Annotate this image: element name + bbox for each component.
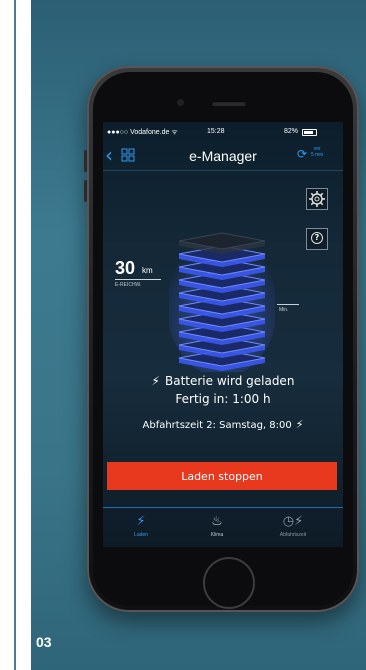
battery-icon xyxy=(302,129,317,136)
battery-percent: 82% xyxy=(284,128,299,135)
battery-level-graphic xyxy=(169,232,275,372)
page-frame: 03 ●●●○○ Vodafone.de ᯤ 15:28 82% ‹ e-Man… xyxy=(0,0,366,670)
settings-button[interactable] xyxy=(306,188,328,210)
plug-icon: ⚡ xyxy=(136,514,146,529)
range-value: 30 xyxy=(115,258,136,278)
seat-icon: ♨ xyxy=(211,514,223,529)
carrier-label: ●●●○○ Vodafone.de ᯤ xyxy=(107,129,178,136)
departure-time-text: Abfahrtszeit 2: Samstag, 8:00 xyxy=(142,420,292,431)
departure-time: Abfahrtszeit 2: Samstag, 8:00 ⚡ xyxy=(103,418,343,431)
volume-button xyxy=(84,150,87,172)
front-camera xyxy=(177,99,184,106)
charging-status: ⚡ Batterie wird geladen xyxy=(103,374,343,388)
nav-divider xyxy=(103,170,343,171)
nav-bar: ‹ e-Manager ⟳ vor 5 min xyxy=(103,142,343,170)
refresh-age-line2: 5 min xyxy=(311,152,324,158)
status-bar: ●●●○○ Vodafone.de ᯤ 15:28 82% xyxy=(103,126,343,138)
stop-charging-button[interactable]: Laden stoppen xyxy=(107,462,337,490)
tab-label: Laden xyxy=(134,532,148,538)
tab-bar-divider xyxy=(103,507,343,508)
tab-label: Klima xyxy=(210,532,224,538)
min-label: Min. xyxy=(279,307,289,313)
refresh-icon[interactable]: ⟳ xyxy=(297,148,309,160)
tab-label: Abfahrtszeit xyxy=(279,532,307,538)
earpiece-speaker xyxy=(212,101,246,106)
left-margin-rule xyxy=(14,0,16,670)
page-number: 03 xyxy=(36,634,52,650)
charging-status-text: Batterie wird geladen xyxy=(164,374,295,388)
range-marker-line xyxy=(115,279,161,280)
range-unit: km xyxy=(142,266,153,275)
min-marker: Min. xyxy=(277,304,303,318)
home-button[interactable] xyxy=(203,557,255,609)
help-button[interactable]: ? xyxy=(306,228,328,250)
departure-plug-icon: ⚡ xyxy=(295,418,304,431)
status-time: 15:28 xyxy=(207,128,225,135)
charging-finish-time: Fertig in: 1:00 h xyxy=(175,392,271,406)
question-icon: ? xyxy=(311,232,323,244)
range-readout: 30 km E-REICHW. xyxy=(115,258,169,290)
tab-laden[interactable]: ⚡ Laden xyxy=(111,514,171,546)
plug-icon: ⚡ xyxy=(151,374,160,388)
tab-klima[interactable]: ♨ Klima xyxy=(187,514,247,546)
tab-abfahrtszeit[interactable]: ◷⚡ Abfahrtszeit xyxy=(263,514,323,546)
refresh-age-label: vor 5 min xyxy=(311,146,323,158)
range-label: E-REICHW. xyxy=(115,282,142,288)
clock-plug-icon: ◷⚡ xyxy=(282,514,304,529)
min-marker-line xyxy=(277,304,299,305)
volume-button xyxy=(84,180,87,202)
app-screen: ●●●○○ Vodafone.de ᯤ 15:28 82% ‹ e-Manage… xyxy=(103,122,343,547)
gear-icon xyxy=(309,191,325,207)
